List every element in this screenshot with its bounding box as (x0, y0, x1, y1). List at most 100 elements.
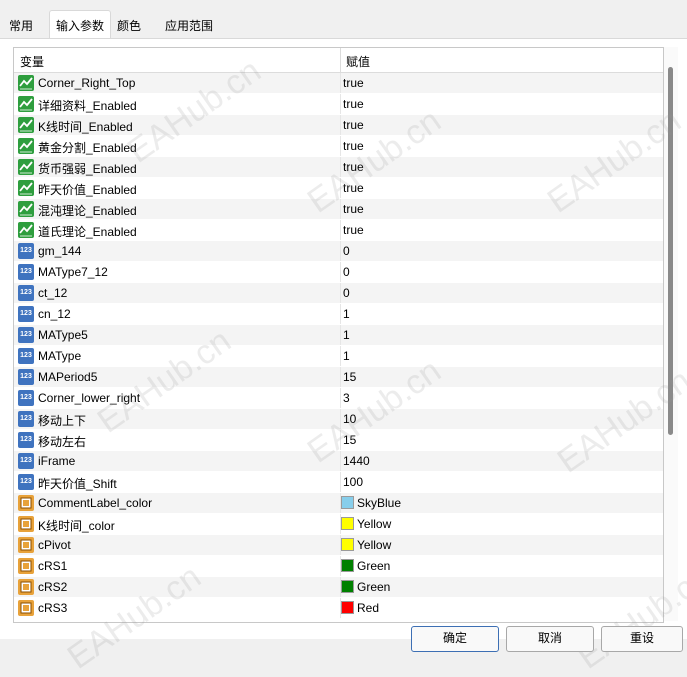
color-icon (18, 558, 34, 574)
table-row[interactable]: cRS2 Green (14, 577, 663, 598)
value-cell[interactable]: true (343, 160, 364, 174)
variable-name: cRS2 (38, 580, 68, 594)
bool-icon (18, 117, 34, 133)
cell-divider (340, 451, 341, 471)
bool-icon (18, 138, 34, 154)
cell-divider (340, 472, 341, 492)
variable-name: 货币强弱_Enabled (38, 162, 137, 176)
color-swatch[interactable] (341, 580, 354, 593)
value-cell[interactable]: Red (357, 601, 379, 615)
table-row[interactable]: 123 移动左右 15 (14, 430, 663, 451)
value-cell[interactable]: 15 (343, 433, 356, 447)
table-row[interactable]: 123 Corner_lower_right 3 (14, 388, 663, 409)
table-row[interactable]: 123 ct_12 0 (14, 283, 663, 304)
value-cell[interactable]: 15 (343, 370, 356, 384)
table-row[interactable]: cPivot Yellow (14, 535, 663, 556)
integer-icon: 123 (18, 264, 34, 280)
ok-button[interactable]: 确定 (411, 626, 499, 652)
value-cell[interactable]: Green (357, 580, 390, 594)
value-cell[interactable]: SkyBlue (357, 496, 401, 510)
table-row[interactable]: cRS3 Red (14, 598, 663, 619)
table-row[interactable]: 123 cn_12 1 (14, 304, 663, 325)
integer-icon: 123 (18, 285, 34, 301)
variable-name: ct_12 (38, 286, 68, 300)
variable-name: 道氏理论_Enabled (38, 225, 137, 239)
vertical-scrollbar[interactable] (664, 47, 678, 621)
cell-divider (340, 73, 341, 93)
table-row[interactable]: K线时间_Enabled true (14, 115, 663, 136)
integer-icon: 123 (18, 348, 34, 364)
value-cell[interactable]: true (343, 76, 364, 90)
value-cell[interactable]: 0 (343, 265, 350, 279)
value-cell[interactable]: true (343, 97, 364, 111)
cell-divider (340, 325, 341, 345)
value-cell[interactable]: Green (357, 559, 390, 573)
value-cell[interactable]: 1 (343, 307, 350, 321)
table-row[interactable]: 道氏理论_Enabled true (14, 220, 663, 241)
integer-icon: 123 (18, 306, 34, 322)
table-row[interactable]: 123 gm_144 0 (14, 241, 663, 262)
integer-icon: 123 (18, 453, 34, 469)
scrollbar-thumb[interactable] (668, 67, 673, 435)
table-row[interactable]: 混沌理论_Enabled true (14, 199, 663, 220)
table-row[interactable]: CommentLabel_color SkyBlue (14, 493, 663, 514)
table-row[interactable]: 123 iFrame 1440 (14, 451, 663, 472)
tab-inputs[interactable]: 输入参数 (49, 10, 112, 39)
reset-button[interactable]: 重设 (601, 626, 683, 652)
color-swatch[interactable] (341, 496, 354, 509)
color-swatch[interactable] (341, 517, 354, 530)
color-swatch[interactable] (341, 538, 354, 551)
table-row[interactable]: cRS1 Green (14, 556, 663, 577)
table-row[interactable]: 123 昨天价值_Shift 100 (14, 472, 663, 493)
table-row[interactable]: 昨天价值_Enabled true (14, 178, 663, 199)
value-cell[interactable]: 1440 (343, 454, 370, 468)
tab-colors[interactable]: 颜色 (117, 14, 141, 38)
cell-divider (340, 115, 341, 135)
table-row[interactable]: 123 MAType5 1 (14, 325, 663, 346)
tab-common[interactable]: 常用 (9, 14, 33, 38)
variable-name: MAPeriod5 (38, 370, 98, 384)
value-cell[interactable]: 100 (343, 475, 363, 489)
tab-visualization[interactable]: 应用范围 (165, 14, 213, 38)
value-cell[interactable]: Yellow (357, 517, 391, 531)
cell-divider (340, 430, 341, 450)
value-cell[interactable]: 1 (343, 328, 350, 342)
cell-divider (340, 346, 341, 366)
value-cell[interactable]: Yellow (357, 538, 391, 552)
table-row[interactable]: 123 MAType 1 (14, 346, 663, 367)
table-row[interactable]: 123 MAType7_12 0 (14, 262, 663, 283)
variable-name: Corner_Right_Top (38, 76, 136, 90)
value-cell[interactable]: 0 (343, 244, 350, 258)
value-cell[interactable]: 1 (343, 349, 350, 363)
cell-divider (340, 283, 341, 303)
value-cell[interactable]: true (343, 181, 364, 195)
cell-divider (340, 178, 341, 198)
column-header-value[interactable]: 赋值 (346, 53, 370, 70)
value-cell[interactable]: true (343, 223, 364, 237)
variable-name: MAType7_12 (38, 265, 108, 279)
integer-icon: 123 (18, 243, 34, 259)
table-row[interactable]: 货币强弱_Enabled true (14, 157, 663, 178)
value-cell[interactable]: true (343, 202, 364, 216)
cell-divider (340, 220, 341, 240)
table-row[interactable]: 123 移动上下 10 (14, 409, 663, 430)
color-swatch[interactable] (341, 559, 354, 572)
value-cell[interactable]: true (343, 139, 364, 153)
cell-divider (340, 157, 341, 177)
table-row[interactable]: 详细资料_Enabled true (14, 94, 663, 115)
cancel-button[interactable]: 取消 (506, 626, 594, 652)
table-row[interactable]: Corner_Right_Top true (14, 73, 663, 94)
value-cell[interactable]: 0 (343, 286, 350, 300)
value-cell[interactable]: true (343, 118, 364, 132)
color-swatch[interactable] (341, 601, 354, 614)
table-row[interactable]: 黄金分割_Enabled true (14, 136, 663, 157)
variable-name: K线时间_Enabled (38, 120, 133, 134)
column-divider[interactable] (340, 48, 341, 72)
value-cell[interactable]: 3 (343, 391, 350, 405)
column-header-variable[interactable]: 变量 (20, 53, 44, 70)
table-row[interactable]: 123 MAPeriod5 15 (14, 367, 663, 388)
value-cell[interactable]: 10 (343, 412, 356, 426)
bool-icon (18, 180, 34, 196)
table-row[interactable]: K线时间_color Yellow (14, 514, 663, 535)
variable-name: MAType (38, 349, 82, 363)
